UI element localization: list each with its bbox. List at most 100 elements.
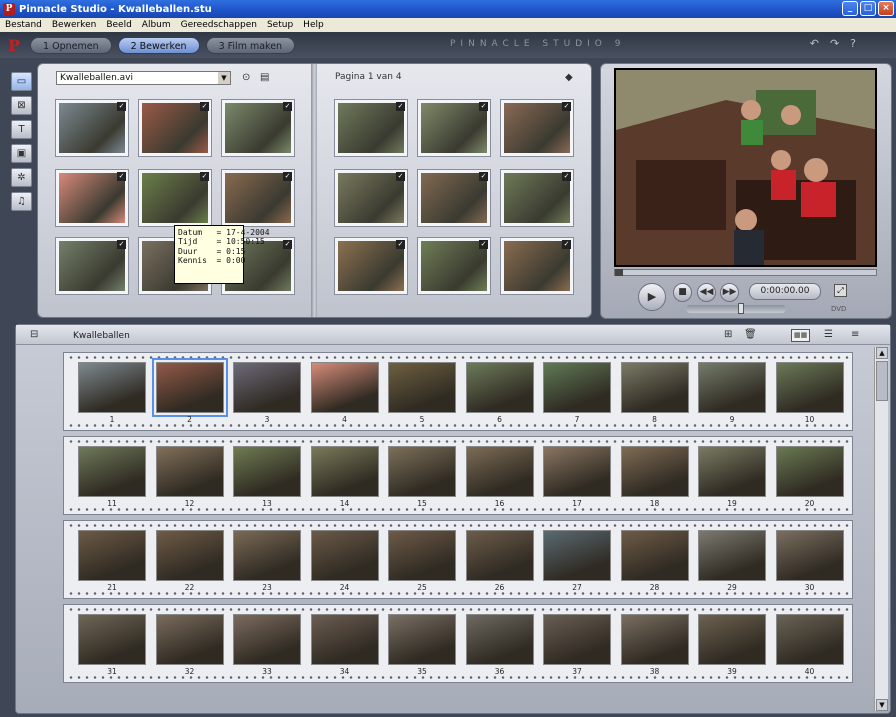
- storyboard-clip[interactable]: [775, 530, 844, 581]
- folder-icon[interactable]: ▤: [260, 72, 269, 83]
- music-tab-icon[interactable]: ♫: [11, 192, 32, 211]
- tab-opnemen[interactable]: 1 Opnemen: [30, 36, 112, 54]
- menu-gereedschappen[interactable]: Gereedschappen: [176, 20, 262, 30]
- storyboard-clip[interactable]: [388, 614, 456, 665]
- storyboard-clip[interactable]: [465, 614, 534, 665]
- photos-tab-icon[interactable]: ▣: [11, 144, 32, 163]
- storyboard-clip[interactable]: [620, 530, 689, 581]
- storyboard-clip[interactable]: [310, 446, 379, 497]
- storyboard-scrollbar[interactable]: ▲ ▼: [874, 347, 888, 711]
- scene-thumbnail[interactable]: ✓: [138, 99, 212, 157]
- storyboard-clip[interactable]: [698, 362, 766, 413]
- storyboard-clip[interactable]: [698, 446, 766, 497]
- scene-thumbnail[interactable]: ✓: [221, 99, 295, 157]
- help-icon[interactable]: ?: [850, 37, 856, 50]
- maximize-button[interactable]: □: [860, 1, 876, 16]
- tab-film-maken[interactable]: 3 Film maken: [205, 36, 296, 54]
- storyboard-view-icon[interactable]: ⊟: [30, 329, 38, 340]
- play-button[interactable]: ▶: [638, 283, 666, 311]
- titles-tab-icon[interactable]: T: [11, 120, 32, 139]
- next-page-icon[interactable]: ◆: [565, 72, 573, 83]
- storyboard-clip[interactable]: [543, 446, 611, 497]
- storyboard-clip[interactable]: [698, 614, 766, 665]
- chevron-down-icon[interactable]: ▼: [218, 72, 230, 84]
- menu-bestand[interactable]: Bestand: [0, 20, 47, 30]
- timeline-mode-icon[interactable]: ☰: [824, 329, 833, 340]
- camera-icon[interactable]: ⊙: [242, 72, 250, 83]
- storyboard-clip[interactable]: [543, 530, 611, 581]
- scene-thumbnail[interactable]: ✓: [334, 237, 408, 295]
- transitions-tab-icon[interactable]: ⊠: [11, 96, 32, 115]
- minimize-button[interactable]: _: [842, 1, 858, 16]
- storyboard-clip[interactable]: [155, 446, 224, 497]
- menu-setup[interactable]: Setup: [262, 20, 298, 30]
- scene-thumbnail[interactable]: ✓: [221, 169, 295, 227]
- playback-scrubber[interactable]: [614, 269, 877, 276]
- storyboard-clip[interactable]: [388, 530, 456, 581]
- scene-thumbnail[interactable]: ✓: [334, 99, 408, 157]
- scene-thumbnail[interactable]: ✓: [417, 169, 491, 227]
- storyboard-clip[interactable]: [310, 362, 379, 413]
- volume-slider[interactable]: [686, 303, 786, 314]
- storyboard-clip[interactable]: [233, 446, 301, 497]
- storyboard-clip[interactable]: [698, 530, 766, 581]
- storyboard-clip[interactable]: [78, 530, 146, 581]
- storyboard-clip[interactable]: [78, 362, 146, 413]
- menu-beeld[interactable]: Beeld: [101, 20, 136, 30]
- storyboard-clip[interactable]: [465, 530, 534, 581]
- storyboard-clip[interactable]: [233, 530, 301, 581]
- storyboard-clip[interactable]: [465, 362, 534, 413]
- scene-thumbnail[interactable]: ✓: [417, 99, 491, 157]
- redo-icon[interactable]: ↷: [830, 37, 839, 50]
- menu-bewerken[interactable]: Bewerken: [47, 20, 101, 30]
- storyboard-clip[interactable]: [388, 362, 456, 413]
- menu-album[interactable]: Album: [137, 20, 176, 30]
- sound-effects-tab-icon[interactable]: ✲: [11, 168, 32, 187]
- scene-thumbnail[interactable]: ✓: [55, 237, 129, 295]
- source-file-dropdown[interactable]: Kwalleballen.avi ▼: [56, 71, 231, 85]
- volume-handle[interactable]: [738, 303, 744, 314]
- scroll-down-icon[interactable]: ▼: [876, 699, 888, 711]
- stop-icon[interactable]: ■: [673, 283, 692, 302]
- storyboard-mode-icon[interactable]: ▦▦: [791, 329, 811, 342]
- scene-thumbnail[interactable]: ✓: [500, 169, 574, 227]
- scene-thumbnail[interactable]: ✓: [55, 169, 129, 227]
- rewind-icon[interactable]: ◀◀: [697, 283, 716, 302]
- storyboard-clip[interactable]: [155, 614, 224, 665]
- storyboard-clip[interactable]: [388, 446, 456, 497]
- trash-icon[interactable]: 🗑: [744, 329, 757, 340]
- scene-thumbnail[interactable]: ✓: [417, 237, 491, 295]
- video-scenes-tab-icon[interactable]: ▭: [11, 72, 32, 91]
- fast-forward-icon[interactable]: ▶▶: [720, 283, 739, 302]
- scene-thumbnail[interactable]: ✓: [334, 169, 408, 227]
- storyboard-clip[interactable]: [775, 362, 844, 413]
- scene-thumbnail[interactable]: ✓: [55, 99, 129, 157]
- undo-icon[interactable]: ↶: [810, 37, 819, 50]
- storyboard-clip[interactable]: [151, 358, 228, 417]
- storyboard-clip[interactable]: [465, 446, 534, 497]
- storyboard-clip[interactable]: [233, 362, 301, 413]
- storyboard-clip[interactable]: [543, 362, 611, 413]
- storyboard-clip[interactable]: [155, 530, 224, 581]
- text-mode-icon[interactable]: ≡: [851, 329, 859, 340]
- storyboard-clip[interactable]: [78, 614, 146, 665]
- timecode-display[interactable]: 0:00:00.00: [749, 283, 821, 300]
- split-clip-icon[interactable]: ⊞: [724, 329, 732, 340]
- storyboard-clip[interactable]: [233, 614, 301, 665]
- close-button[interactable]: ×: [878, 1, 894, 16]
- menu-help[interactable]: Help: [298, 20, 329, 30]
- storyboard-clip[interactable]: [620, 446, 689, 497]
- scene-thumbnail[interactable]: ✓: [138, 169, 212, 227]
- storyboard-clip[interactable]: [775, 446, 844, 497]
- storyboard-clip[interactable]: [310, 614, 379, 665]
- storyboard-clip[interactable]: [620, 362, 689, 413]
- scene-thumbnail[interactable]: ✓: [500, 237, 574, 295]
- storyboard-clip[interactable]: [78, 446, 146, 497]
- storyboard-clip[interactable]: [775, 614, 844, 665]
- scene-thumbnail[interactable]: ✓: [500, 99, 574, 157]
- scrubber-handle[interactable]: [615, 269, 623, 276]
- storyboard-clip[interactable]: [543, 614, 611, 665]
- scroll-up-icon[interactable]: ▲: [876, 347, 888, 359]
- scroll-thumb[interactable]: [876, 361, 888, 401]
- fullscreen-icon[interactable]: ⤢: [834, 284, 847, 297]
